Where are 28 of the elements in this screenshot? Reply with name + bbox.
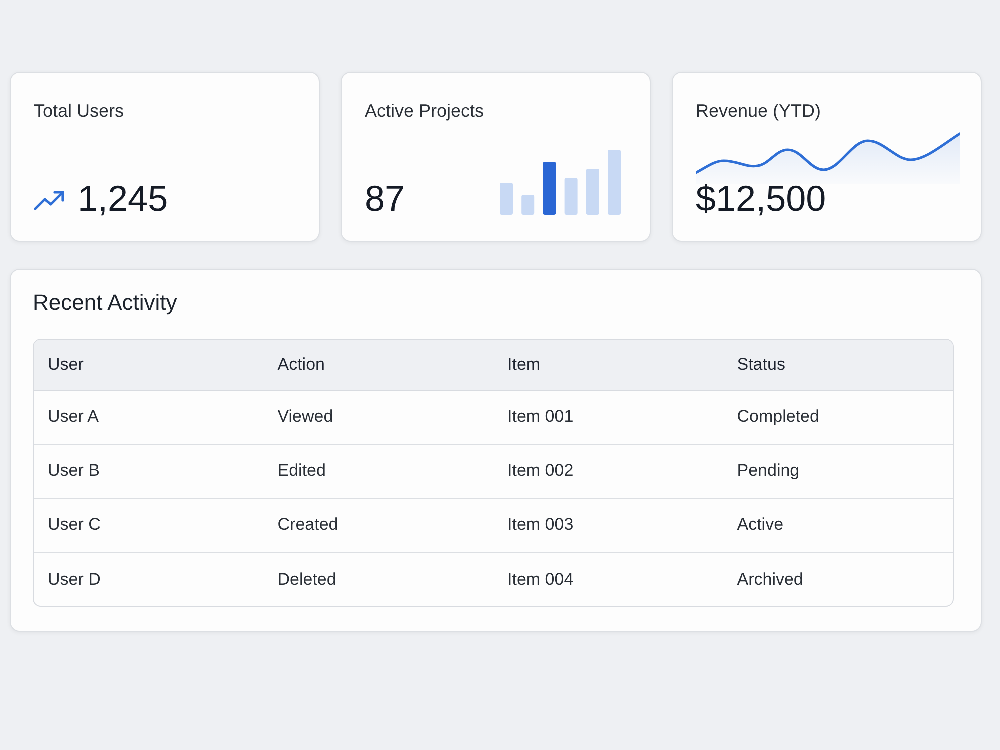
card-title: Revenue (YTD) [696,100,822,123]
trend-up-icon [34,189,66,211]
table-cell: Item 003 [494,498,724,552]
table-cell: Created [264,498,494,552]
section-title: Recent Activity [33,289,178,317]
column-header: Status [723,340,953,390]
table-cell: Edited [264,444,494,498]
table-cell: User C [34,498,264,552]
table-cell: Item 002 [494,444,724,498]
stat-value: 1,245 [78,179,168,219]
column-header: User [34,340,264,390]
table-cell: User A [34,390,264,444]
stat-value: 87 [365,179,406,219]
card-title: Total Users [34,100,124,123]
column-header: Item [494,340,724,390]
table-cell: Archived [723,552,953,606]
table-cell: Deleted [264,552,494,606]
card-title: Active Projects [365,100,484,123]
table-cell: Pending [723,444,953,498]
table-cell: Active [723,498,953,552]
table-cell: Completed [723,390,953,444]
table-cell: Item 001 [494,390,724,444]
table-cell: Viewed [264,390,494,444]
stat-value: $12,500 [696,179,826,219]
table-cell: User D [34,552,264,606]
table-cell: Item 004 [494,552,724,606]
column-header: Action [264,340,494,390]
table-cell: User B [34,444,264,498]
